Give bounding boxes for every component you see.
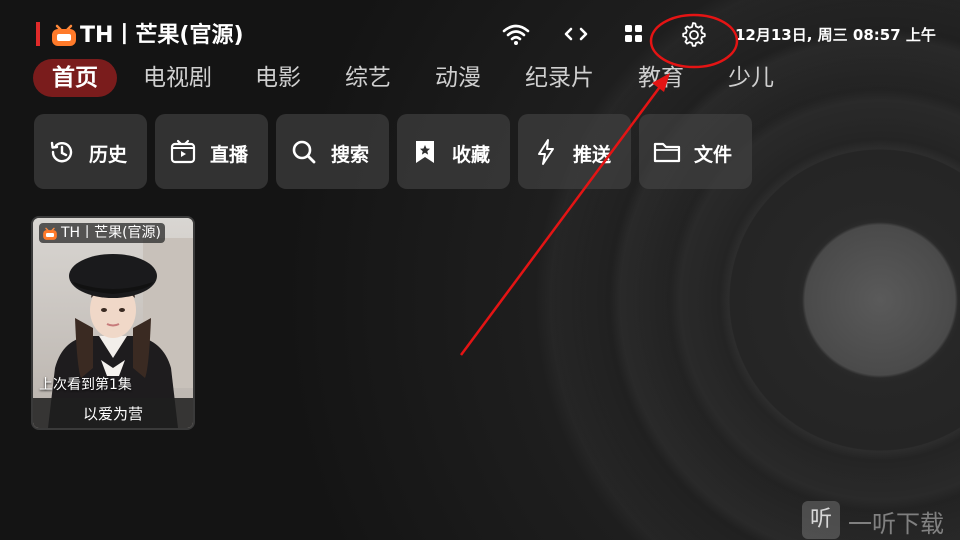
code-arrows-icon[interactable]: [562, 22, 590, 46]
watch-progress: 上次看到第1集: [39, 377, 132, 393]
history-icon: [50, 141, 73, 163]
history-label: 历史: [89, 144, 128, 166]
files-label: 文件: [694, 144, 733, 166]
lightning-icon: [538, 139, 554, 165]
live-label: 直播: [210, 144, 249, 166]
favorites-label: 收藏: [452, 144, 491, 166]
live-button[interactable]: 直播: [155, 114, 268, 189]
nav-item-education[interactable]: 教育: [638, 59, 684, 97]
nav-item-home[interactable]: 首页: [33, 59, 117, 97]
card-title: 以爱为营: [82, 405, 143, 423]
watermark-text: 一听下载: [848, 510, 944, 538]
nav-item-documentary[interactable]: 纪录片: [525, 59, 594, 97]
brand-accent-bar: [36, 22, 40, 46]
nav-item-variety[interactable]: 综艺: [345, 59, 391, 97]
source-badge: TH丨芒果(官源): [39, 223, 166, 243]
datetime-display: 12月13日, 周三 08:57 上午: [735, 26, 936, 44]
search-icon: [292, 140, 316, 164]
folder-icon: [653, 142, 681, 163]
site-watermark: 听 一听下载: [800, 497, 960, 540]
wifi-icon: [502, 24, 530, 45]
nav-item-tv-series[interactable]: 电视剧: [143, 59, 212, 97]
push-button[interactable]: 推送: [518, 114, 631, 189]
bookmark-star-icon: [416, 141, 434, 163]
search-label: 搜索: [331, 144, 370, 166]
history-button[interactable]: 历史: [34, 114, 147, 189]
settings-gear-icon[interactable]: [679, 20, 707, 48]
nav-item-kids[interactable]: 少儿: [728, 59, 774, 97]
app-title[interactable]: TH丨芒果(官源): [80, 17, 244, 49]
nav-item-movies[interactable]: 电影: [255, 59, 301, 97]
apps-grid-icon[interactable]: [620, 22, 648, 46]
files-button[interactable]: 文件: [639, 114, 752, 189]
tv-logo-icon: [52, 24, 76, 46]
favorites-button[interactable]: 收藏: [397, 114, 510, 189]
search-button[interactable]: 搜索: [276, 114, 389, 189]
live-tv-icon: [170, 139, 196, 164]
history-card[interactable]: TH丨芒果(官源) 上次看到第1集 以爱为营: [31, 216, 195, 430]
source-badge-label: TH丨芒果(官源): [61, 225, 162, 241]
watermark-logo: 听: [802, 501, 840, 539]
nav-item-anime[interactable]: 动漫: [435, 59, 481, 97]
card-title-bar: 以爱为营: [33, 398, 193, 428]
poster-image: [33, 218, 193, 428]
tv-logo-icon: [43, 227, 57, 240]
top-bar: TH丨芒果(官源) 12月13日, 周三 08:57 上午: [0, 0, 960, 66]
push-label: 推送: [573, 144, 612, 166]
